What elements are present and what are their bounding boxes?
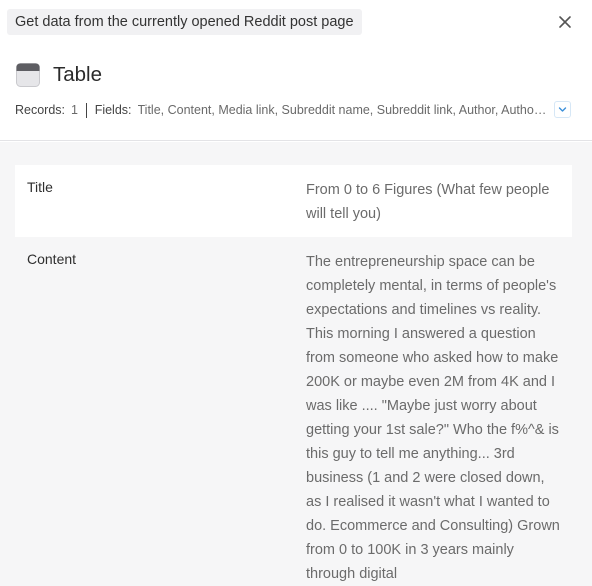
meta-divider (85, 102, 87, 118)
records-count: 1 (71, 103, 78, 117)
panel-header: Get data from the currently opened Reddi… (0, 0, 592, 141)
record-row-title: Title From 0 to 6 Figures (What few peop… (15, 165, 572, 237)
close-icon[interactable] (556, 13, 574, 31)
field-name: Content (27, 251, 77, 267)
records-label: Records: (15, 103, 66, 117)
table-title: Table (53, 63, 103, 86)
record-card: Title From 0 to 6 Figures (What few peop… (15, 165, 572, 586)
record-row-content: Content The entrepreneurship space can b… (15, 237, 572, 586)
table-meta: Records: 1 Fields: Title, Content, Media… (15, 100, 547, 120)
expand-fields-button[interactable] (554, 101, 571, 118)
table-icon (16, 63, 40, 87)
fields-list: Title, Content, Media link, Subreddit na… (137, 103, 547, 117)
chevron-down-icon[interactable] (555, 102, 570, 117)
records-area[interactable]: Title From 0 to 6 Figures (What few peop… (0, 142, 592, 586)
field-value: The entrepreneurship space can be comple… (306, 254, 560, 582)
fields-label: Fields: (94, 103, 132, 117)
field-name: Title (27, 179, 53, 195)
close-button[interactable] (556, 13, 574, 31)
field-value: From 0 to 6 Figures (What few people wil… (306, 182, 550, 222)
task-title: Get data from the currently opened Reddi… (7, 9, 362, 35)
